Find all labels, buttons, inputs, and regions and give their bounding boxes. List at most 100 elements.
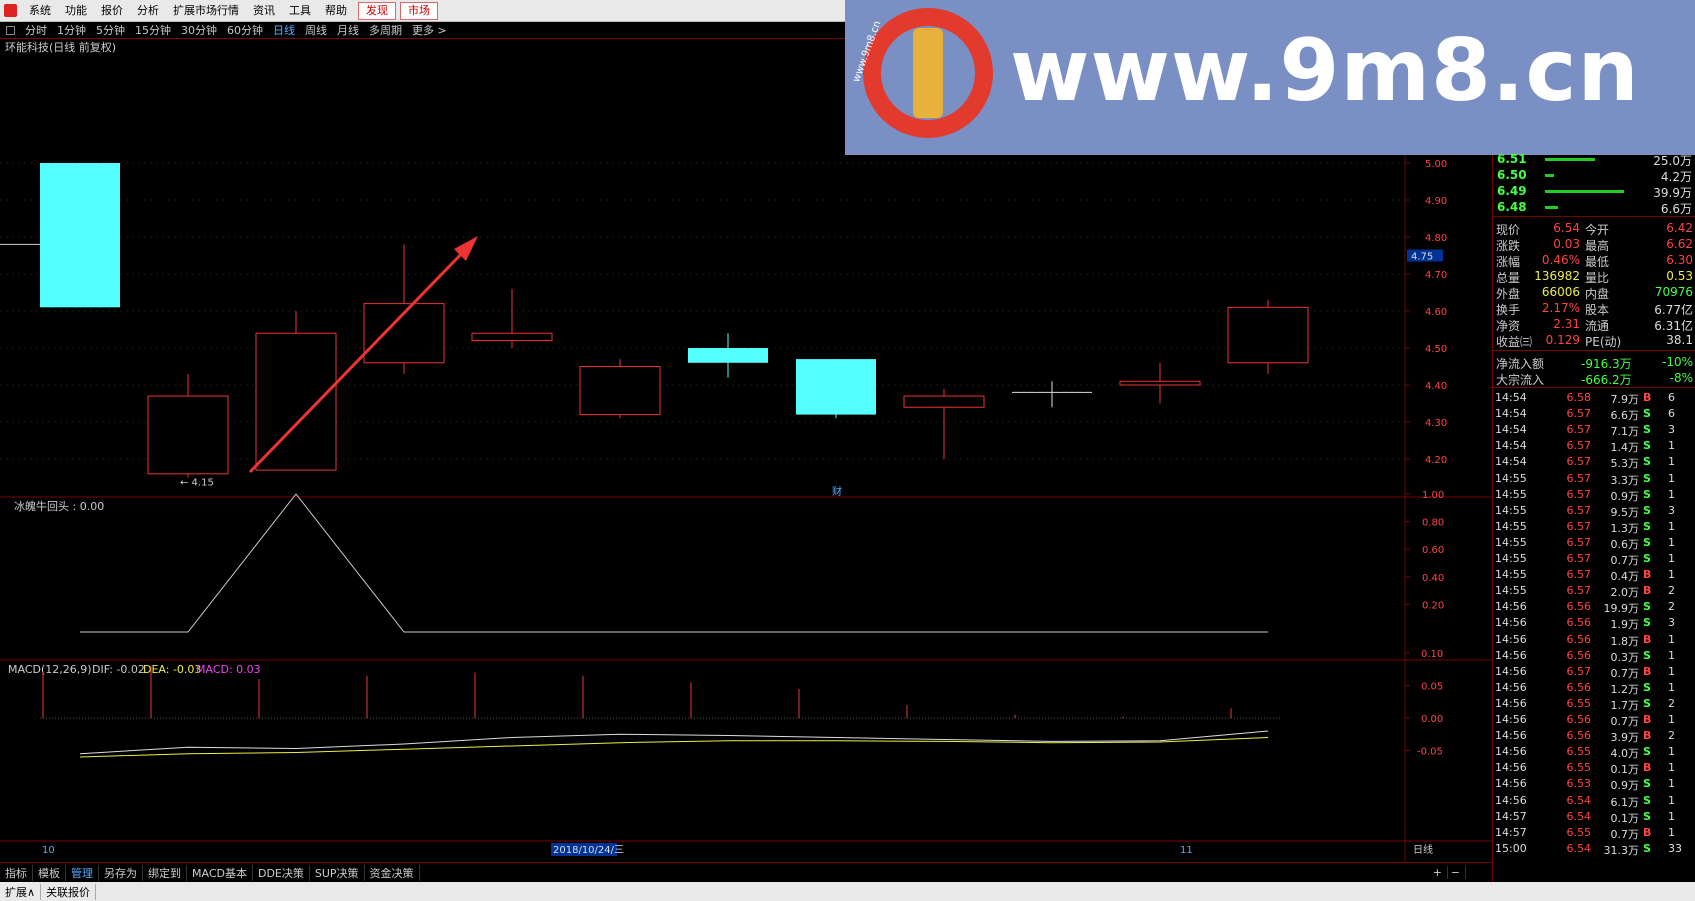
orderbook-row[interactable]: 6.49 39.9万: [1493, 183, 1695, 200]
tick-row: 14:56 6.57 0.7万 B 1: [1493, 665, 1695, 681]
tick-time: 14:56: [1495, 713, 1527, 726]
remove-pane-button[interactable]: −: [1446, 866, 1466, 879]
indicator-tab[interactable]: MACD基本: [187, 864, 253, 881]
tick-time: 14:55: [1495, 535, 1527, 549]
quote-label: 股本: [1585, 303, 1610, 317]
menu-item[interactable]: 报价: [94, 0, 130, 22]
tick-direction: B: [1643, 729, 1652, 743]
tick-volume: 2.0万: [1610, 586, 1640, 600]
period-tab[interactable]: 月线: [332, 22, 364, 38]
tick-time: 14:56: [1495, 745, 1527, 759]
candle-body: [471, 332, 553, 342]
tick-direction: S: [1643, 809, 1651, 823]
tick-count: 6: [1668, 407, 1675, 421]
tick-direction: S: [1643, 696, 1651, 710]
menu-item[interactable]: 帮助: [318, 0, 354, 22]
menu-item-highlight[interactable]: 发现: [358, 2, 396, 20]
chart-title: 环能科技(日线 前复权): [5, 40, 116, 54]
indicator-tab[interactable]: DDE决策: [253, 864, 310, 881]
quote-label: 净流入额: [1496, 357, 1545, 371]
tick-count: 1: [1668, 825, 1675, 839]
tick-price: 6.56: [1566, 680, 1592, 694]
tick-count: 1: [1668, 761, 1675, 775]
tick-row: 14:56 6.56 1.9万 S 3: [1493, 616, 1695, 632]
period-tab[interactable]: 1分钟: [52, 22, 91, 38]
tick-time: 14:56: [1495, 600, 1527, 614]
quote-label: 内盘: [1585, 287, 1610, 301]
period-tabs: 分时 1分钟 5分钟 15分钟 30分钟 60分钟 日线 周线 月线 多周期 更多 >: [20, 22, 452, 38]
tick-count: 1: [1668, 552, 1675, 565]
menu-item[interactable]: 扩展市场行情: [166, 0, 246, 22]
indicator-line: [80, 493, 1268, 633]
indicator-tab[interactable]: 绑定到: [143, 864, 187, 881]
menu-item[interactable]: 系统: [22, 0, 58, 22]
tick-price: 6.57: [1566, 519, 1592, 533]
tick-row: 14:56 6.53 0.9万 S 1: [1493, 777, 1695, 793]
tick-direction: B: [1643, 713, 1652, 726]
period-tab[interactable]: 分时: [20, 22, 52, 38]
tick-price: 6.57: [1566, 584, 1592, 598]
candle-body: [1227, 306, 1309, 364]
tick-price: 6.54: [1566, 809, 1592, 823]
indicator-tab[interactable]: 指标: [0, 864, 33, 881]
indicator-tab[interactable]: SUP决策: [310, 864, 365, 881]
x-label: 11: [1180, 845, 1193, 856]
low-marker: ← 4.15: [180, 478, 214, 489]
indicator-tick-label: 1.00: [1422, 490, 1444, 501]
quote-row: 总量 136982 量比 0.53: [1493, 269, 1695, 286]
dea-value: DEA: -0.03: [143, 663, 201, 676]
period-tab[interactable]: 60分钟: [222, 22, 268, 38]
orderbook-row[interactable]: 6.48 6.6万: [1493, 199, 1695, 216]
indicator-tick-label: 0.20: [1422, 600, 1444, 611]
price-tick-label: 4.50: [1425, 344, 1447, 355]
indicator-tab[interactable]: 资金决策: [365, 864, 420, 881]
tick-time: 14:56: [1495, 680, 1527, 694]
period-tab[interactable]: 30分钟: [176, 22, 222, 38]
indicator-tab[interactable]: 模板: [33, 864, 66, 881]
menu-item[interactable]: 分析: [130, 0, 166, 22]
tick-price: 6.57: [1566, 455, 1592, 469]
quote-value: 2.31: [1553, 317, 1580, 331]
tick-direction: S: [1643, 841, 1651, 855]
orderbook-row[interactable]: 6.51 25.0万: [1493, 151, 1695, 168]
period-tab[interactable]: 5分钟: [91, 22, 130, 38]
tick-price: 6.55: [1566, 825, 1592, 839]
toggle-box-icon[interactable]: [6, 25, 15, 35]
tick-count: 1: [1668, 680, 1675, 694]
period-tab[interactable]: 更多 >: [407, 22, 452, 38]
tick-count: 33: [1668, 841, 1682, 855]
status-item[interactable]: 关联报价: [41, 883, 97, 900]
period-tab[interactable]: 日线: [268, 22, 300, 38]
quote-value: 70976: [1654, 285, 1693, 299]
period-tab[interactable]: 周线: [300, 22, 332, 38]
tick-count: 1: [1668, 632, 1675, 646]
tick-volume: 6.1万: [1610, 795, 1640, 809]
indicator-tab[interactable]: 另存为: [99, 864, 143, 881]
tick-price: 6.56: [1566, 632, 1592, 646]
tick-direction: B: [1643, 664, 1652, 678]
tick-row: 14:54 6.57 1.4万 S 1: [1493, 439, 1695, 455]
menu-item-highlight[interactable]: 市场: [400, 2, 438, 20]
tick-volume: 19.9万: [1603, 602, 1640, 616]
tick-time: 14:55: [1495, 568, 1527, 582]
tick-row: 14:54 6.57 6.6万 S 6: [1493, 407, 1695, 423]
period-tab[interactable]: 15分钟: [130, 22, 176, 38]
orderbook-row[interactable]: 6.50 4.2万: [1493, 167, 1695, 184]
tick-volume: 0.4万: [1610, 570, 1640, 584]
menu-item[interactable]: 工具: [282, 0, 318, 22]
tick-direction: S: [1643, 471, 1651, 485]
menu-item[interactable]: 功能: [58, 0, 94, 22]
menu-item[interactable]: 资讯: [246, 0, 282, 22]
kline-chart[interactable]: 环能科技(日线 前复权) 冰魄牛回头 : 0.00 MACD(12,26,9) DIF…: [0, 39, 1492, 862]
finance-marker[interactable]: 财: [832, 485, 842, 498]
tick-price: 6.57: [1566, 568, 1592, 582]
tick-time: 14:54: [1495, 407, 1527, 421]
period-tab[interactable]: 多周期: [364, 22, 407, 38]
tick-direction: S: [1643, 407, 1651, 421]
tick-row: 14:54 6.57 7.1万 S 3: [1493, 423, 1695, 439]
status-item[interactable]: 扩展∧: [0, 883, 42, 900]
indicator-tab[interactable]: 管理: [66, 864, 99, 881]
quote-row: 涨幅 0.46% 最低 6.30: [1493, 253, 1695, 270]
price-tick-label: 4.60: [1425, 307, 1447, 318]
tick-volume: 1.2万: [1610, 682, 1640, 696]
